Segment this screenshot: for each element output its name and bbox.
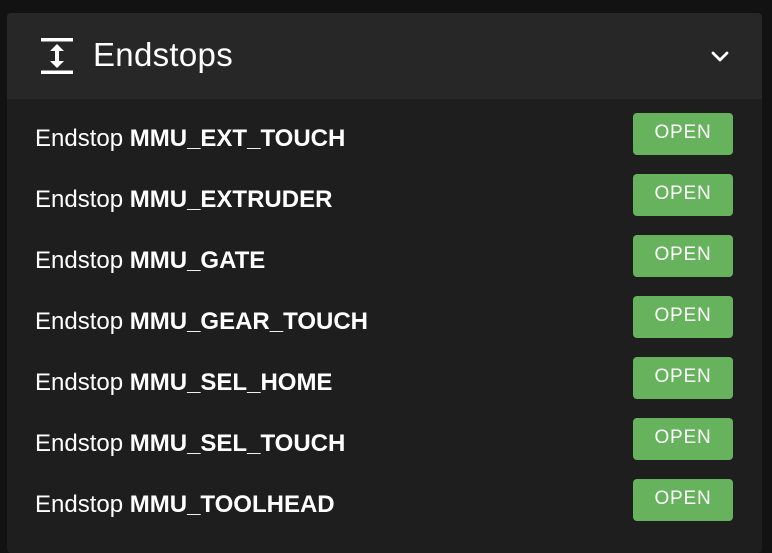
- panel-header[interactable]: Endstops: [7, 13, 762, 99]
- endstop-status-button[interactable]: OPEN: [633, 296, 733, 338]
- endstop-name: MMU_EXTRUDER: [129, 186, 333, 213]
- endstop-label: Endstop MMU_GEAR_TOUCH: [35, 308, 368, 336]
- endstop-name: MMU_GATE: [129, 247, 266, 274]
- endstop-name: MMU_SEL_TOUCH: [129, 430, 346, 457]
- endstop-status-button[interactable]: OPEN: [633, 479, 733, 521]
- endstop-label: Endstop MMU_TOOLHEAD: [35, 491, 335, 519]
- endstop-row: Endstop MMU_GATE OPEN: [7, 221, 762, 282]
- endstop-row: Endstop MMU_SEL_HOME OPEN: [7, 343, 762, 404]
- endstop-row: Endstop MMU_SEL_TOUCH OPEN: [7, 404, 762, 465]
- endstop-label: Endstop MMU_SEL_TOUCH: [35, 430, 345, 458]
- endstop-row: Endstop MMU_EXT_TOUCH OPEN: [7, 99, 762, 160]
- endstop-prefix: Endstop: [35, 247, 124, 274]
- endstop-prefix: Endstop: [35, 186, 124, 213]
- endstop-row: Endstop MMU_GEAR_TOUCH OPEN: [7, 282, 762, 343]
- endstop-prefix: Endstop: [35, 491, 124, 518]
- endstop-prefix: Endstop: [35, 125, 124, 152]
- endstop-prefix: Endstop: [35, 430, 124, 457]
- endstop-status-button[interactable]: OPEN: [633, 418, 733, 460]
- endstop-name: MMU_GEAR_TOUCH: [129, 308, 368, 335]
- endstop-label: Endstop MMU_SEL_HOME: [35, 369, 332, 397]
- endstop-status-button[interactable]: OPEN: [633, 235, 733, 277]
- endstop-status-button[interactable]: OPEN: [633, 357, 733, 399]
- endstop-label: Endstop MMU_GATE: [35, 247, 265, 275]
- arrow-expand-vertical-icon: [41, 38, 73, 74]
- endstop-prefix: Endstop: [35, 369, 124, 396]
- endstop-label: Endstop MMU_EXT_TOUCH: [35, 125, 345, 153]
- chevron-down-icon[interactable]: [708, 44, 732, 68]
- endstop-name: MMU_SEL_HOME: [129, 369, 333, 396]
- endstop-status-button[interactable]: OPEN: [633, 174, 733, 216]
- endstop-prefix: Endstop: [35, 308, 124, 335]
- panel-title: Endstops: [93, 36, 233, 73]
- endstop-name: MMU_TOOLHEAD: [129, 491, 335, 518]
- endstop-row: Endstop MMU_TOOLHEAD OPEN: [7, 465, 762, 526]
- endstop-name: MMU_EXT_TOUCH: [129, 125, 346, 152]
- endstop-status-button[interactable]: OPEN: [633, 113, 733, 155]
- endstops-panel: Endstops Endstop MMU_EXT_TOUCH OPEN Ends…: [7, 13, 762, 553]
- endstop-row: Endstop MMU_EXTRUDER OPEN: [7, 160, 762, 221]
- endstop-label: Endstop MMU_EXTRUDER: [35, 186, 332, 214]
